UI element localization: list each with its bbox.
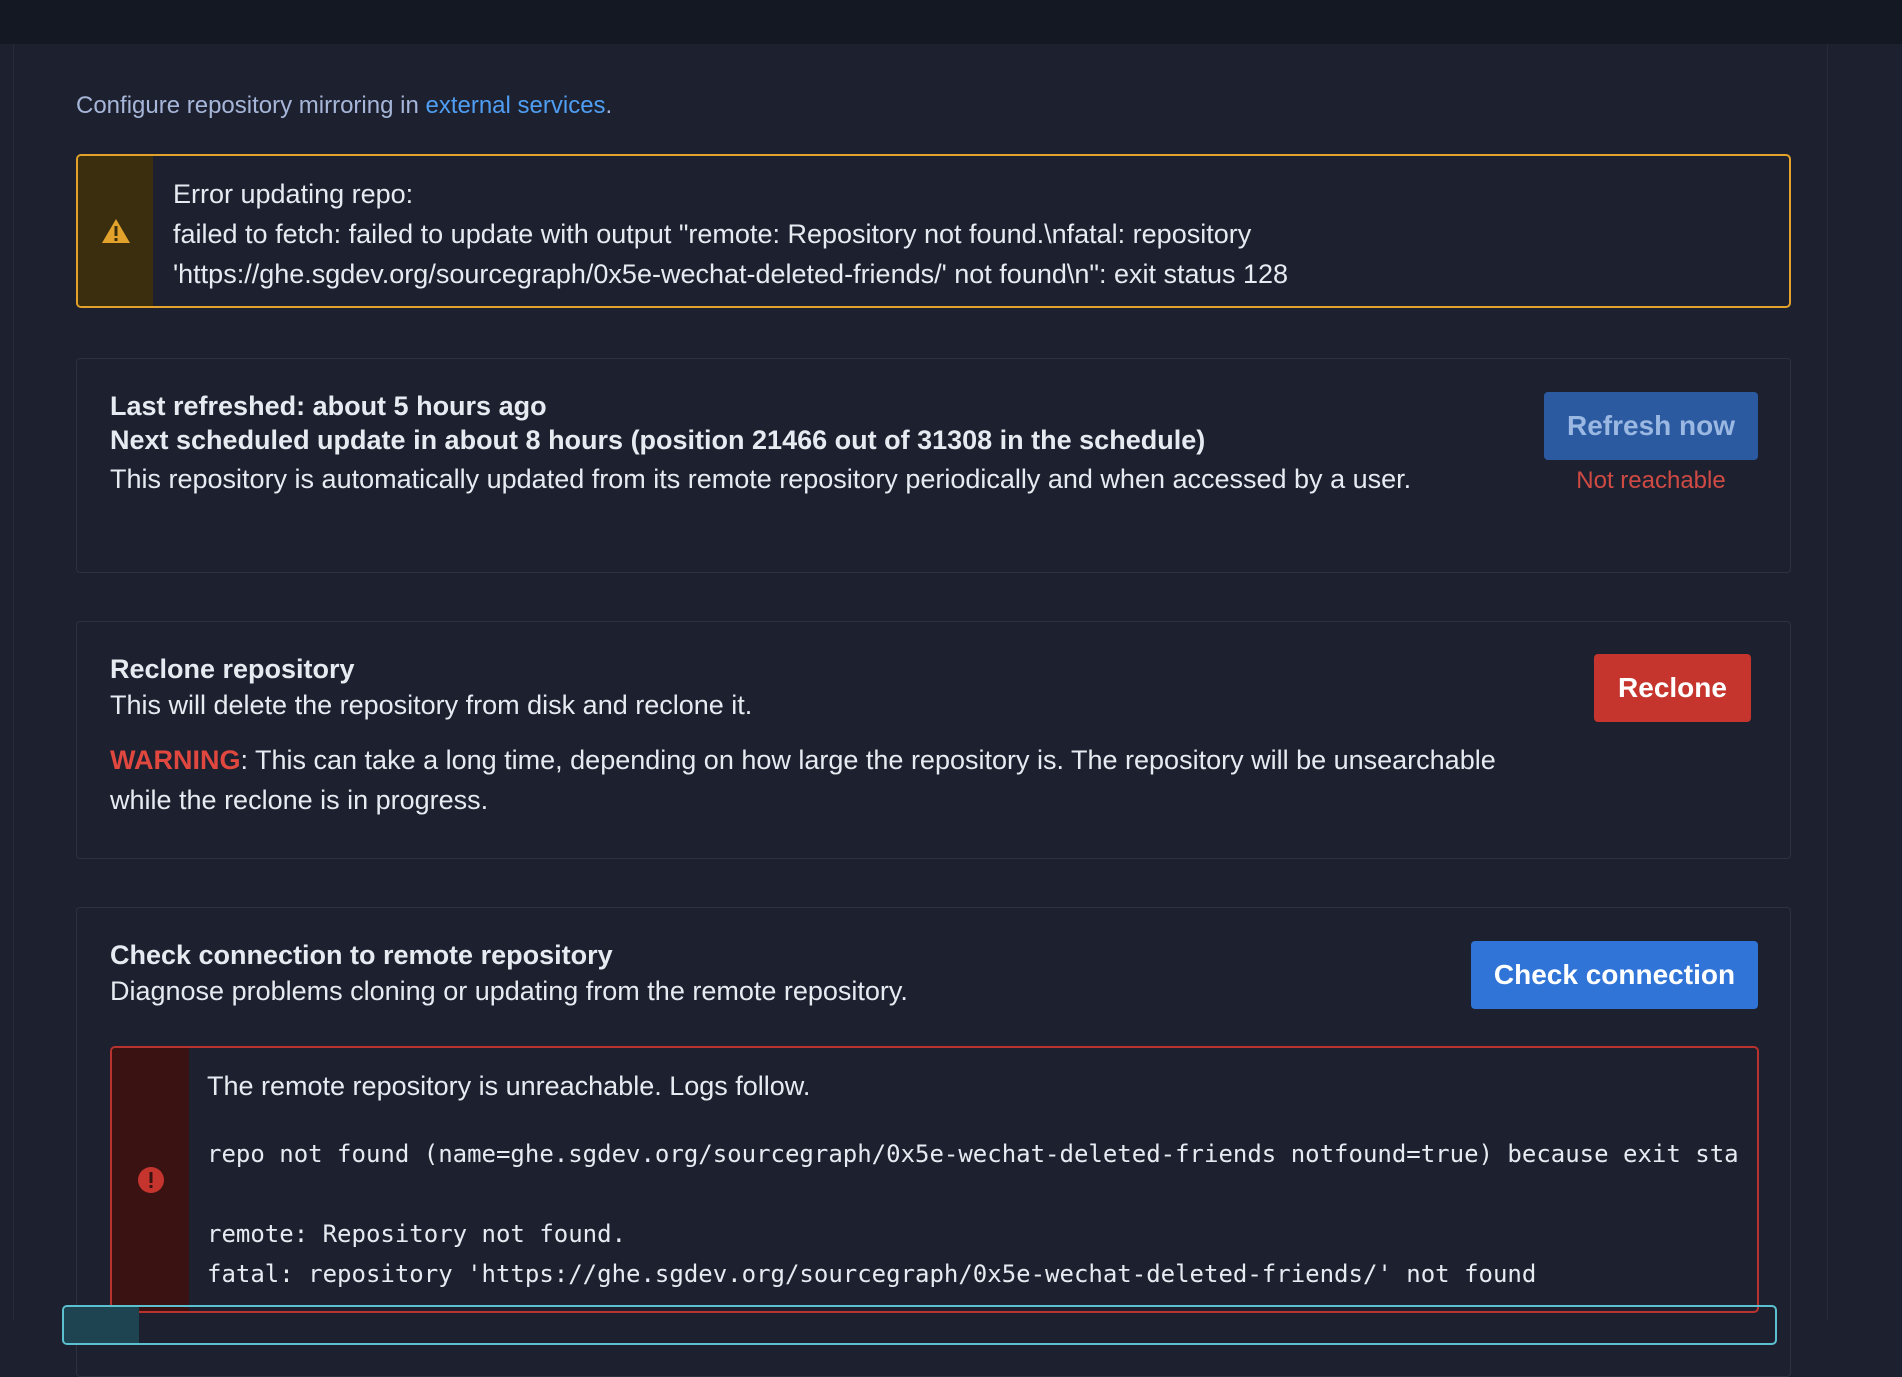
log-line-1: repo not found (name=ghe.sgdev.org/sourc… [207,1140,1739,1168]
last-refreshed: Last refreshed: about 5 hours ago [110,391,547,421]
info-alert-side [64,1307,139,1343]
update-error-line1: failed to fetch: failed to update with o… [173,219,1252,249]
unreachable-alert: The remote repository is unreachable. Lo… [110,1046,1759,1313]
warning-label: WARNING [110,745,241,775]
unreachable-message: The remote repository is unreachable. Lo… [207,1071,811,1101]
update-error-title: Error updating repo: [173,179,414,209]
config-prefix: Configure repository mirroring in [76,92,426,119]
log-line-3: fatal: repository 'https://ghe.sgdev.org… [207,1260,1537,1288]
main-panel: Configure repository mirroring in extern… [13,44,1828,1377]
check-connection-button[interactable]: Check connection [1471,941,1758,1009]
update-error-body: Error updating repo: failed to fetch: fa… [153,156,1308,306]
reclone-warning: WARNING: This can take a long time, depe… [110,740,1510,820]
unreachable-alert-body: The remote repository is unreachable. Lo… [189,1048,1739,1311]
info-alert-partial [62,1305,1777,1345]
config-suffix: . [605,92,613,119]
reclone-title: Reclone repository [110,654,355,684]
error-icon-container [112,1048,189,1311]
warning-text: : This can take a long time, depending o… [110,745,1496,815]
reclone-description: This will delete the repository from dis… [110,690,753,720]
connection-log: repo not found (name=ghe.sgdev.org/sourc… [207,1134,1739,1294]
update-error-alert: Error updating repo: failed to fetch: fa… [76,154,1791,308]
reclone-button[interactable]: Reclone [1594,654,1751,722]
log-line-2: remote: Repository not found. [207,1220,627,1248]
refresh-description: This repository is automatically updated… [110,464,1412,494]
update-error-line2: 'https://ghe.sgdev.org/sourcegraph/0x5e-… [173,259,1289,289]
refresh-now-button[interactable]: Refresh now [1544,392,1758,460]
refresh-status: Not reachable [1576,467,1726,494]
next-scheduled-update: Next scheduled update in about 8 hours (… [110,425,1206,455]
check-connection-title: Check connection to remote repository [110,940,613,970]
external-services-link[interactable]: external services [425,92,605,119]
reclone-card: Reclone repository This will delete the … [76,621,1791,859]
top-bar [0,0,1902,44]
error-icon [137,1166,164,1193]
mirroring-config-text: Configure repository mirroring in extern… [76,92,612,120]
check-connection-description: Diagnose problems cloning or updating fr… [110,976,908,1006]
refresh-card: Last refreshed: about 5 hours ago Next s… [76,358,1791,573]
warning-icon-container [78,156,153,306]
warning-icon [101,219,130,243]
